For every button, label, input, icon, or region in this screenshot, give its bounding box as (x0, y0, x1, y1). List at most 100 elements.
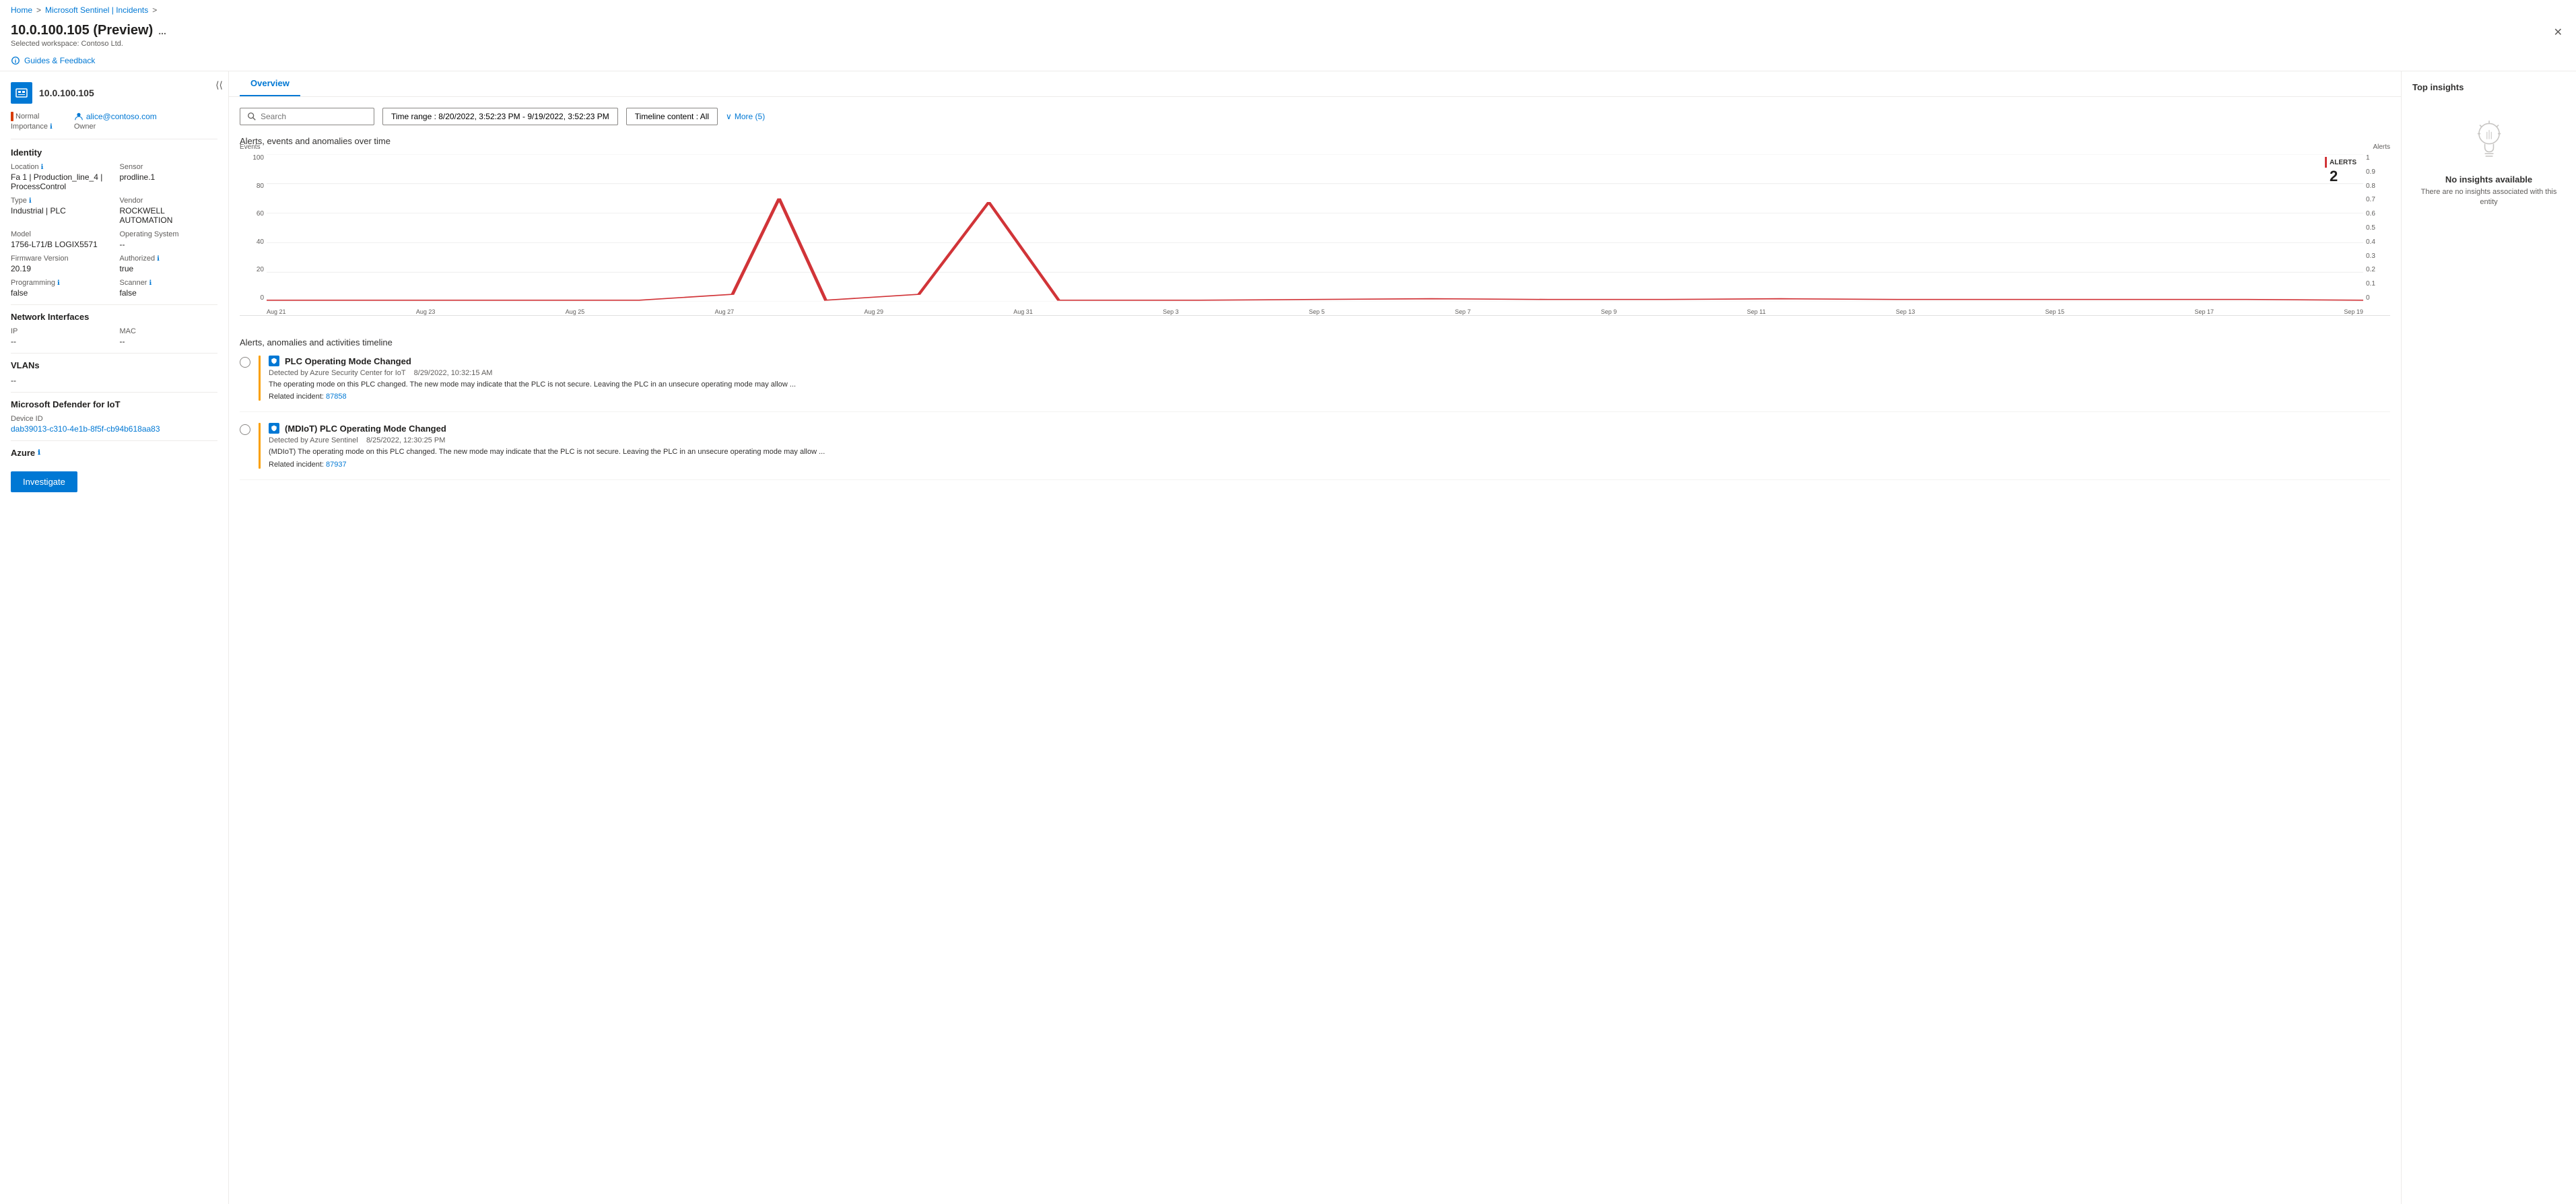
close-button[interactable]: ✕ (2551, 23, 2565, 42)
type-field: Type ℹ Industrial | PLC (11, 197, 109, 225)
sensor-value: prodline.1 (120, 172, 218, 182)
importance-sublabel: Importance ℹ (11, 123, 53, 131)
tabs: Overview (229, 71, 2401, 97)
page-header: 10.0.100.105 (Preview) ... Selected work… (0, 20, 2576, 53)
timeline-desc-1: The operating mode on this PLC changed. … (269, 380, 2390, 390)
importance-item: Normal Importance ℹ (11, 112, 53, 131)
breadcrumb-sentinel[interactable]: Microsoft Sentinel | Incidents (45, 5, 148, 15)
programming-value: false (11, 288, 109, 298)
programming-field: Programming ℹ false (11, 279, 109, 298)
timeline-meta-2: Detected by Azure Sentinel 8/25/2022, 12… (269, 436, 2390, 444)
no-insights: No insights available There are no insig… (2412, 119, 2565, 208)
alerts-indicator: ALERTS 2 (2325, 157, 2357, 185)
chart-y-right-axis: 1 0.9 0.8 0.7 0.6 0.5 0.4 0.3 0.2 0.1 0 (2363, 154, 2390, 302)
timeline-left (240, 356, 250, 401)
chart-svg (267, 154, 2363, 302)
firmware-label: Firmware Version (11, 255, 109, 263)
network-section: Network Interfaces IP -- MAC -- (11, 312, 217, 346)
app-container: Home > Microsoft Sentinel | Incidents > … (0, 0, 2576, 1204)
type-label: Type ℹ (11, 197, 109, 205)
defender-title: Microsoft Defender for IoT (11, 399, 217, 409)
page-subtitle: Selected workspace: Contoso Ltd. (11, 40, 166, 48)
timeline-content-filter[interactable]: Timeline content : All (626, 108, 718, 125)
entity-header: 10.0.100.105 (11, 82, 217, 104)
alerts-count: 2 (2325, 168, 2338, 185)
chart-section: Alerts, events and anomalies over time 1… (240, 136, 2390, 316)
search-box (240, 108, 374, 125)
alert-icon-2 (269, 423, 279, 434)
search-icon (247, 112, 257, 121)
filters-bar: Time range : 8/20/2022, 3:52:23 PM - 9/1… (240, 108, 2390, 125)
vlans-section: VLANs -- (11, 360, 217, 385)
collapse-button[interactable]: ⟨⟨ (215, 79, 223, 91)
timeline-header-2: (MDIoT) PLC Operating Mode Changed (269, 423, 2390, 434)
vlans-title: VLANs (11, 360, 217, 370)
user-icon (74, 112, 83, 121)
scanner-field: Scanner ℹ false (120, 279, 218, 298)
timeline-alert-title-2: (MDIoT) PLC Operating Mode Changed (285, 424, 446, 434)
divider-3 (11, 392, 217, 393)
timeline-section: Alerts, anomalies and activities timelin… (240, 337, 2390, 480)
more-filters-button[interactable]: ∨ More (5) (726, 112, 765, 121)
scanner-label: Scanner ℹ (120, 279, 218, 287)
tab-overview[interactable]: Overview (240, 71, 300, 96)
network-title: Network Interfaces (11, 312, 217, 322)
chart-x-labels: Aug 21 Aug 23 Aug 25 Aug 27 Aug 29 Aug 3… (267, 308, 2363, 315)
timeline-alert-title-1: PLC Operating Mode Changed (285, 356, 411, 366)
insights-panel: Top insights (2401, 71, 2576, 1204)
azure-section: Azure ℹ (11, 448, 217, 458)
chevron-down-icon: ∨ (726, 112, 732, 121)
owner-role: Owner (74, 123, 157, 131)
vendor-label: Vendor (120, 197, 218, 205)
status-row: Normal Importance ℹ alice@contoso.com (11, 112, 217, 139)
alerts-axis-label: Alerts (2373, 143, 2390, 151)
owner-name: alice@contoso.com (74, 112, 157, 121)
device-id-label: Device ID (11, 415, 217, 423)
timeline-item: (MDIoT) PLC Operating Mode Changed Detec… (240, 423, 2390, 479)
related-incident-link-1[interactable]: 87858 (326, 393, 347, 401)
type-value: Industrial | PLC (11, 206, 109, 215)
location-field: Location ℹ Fa 1 | Production_line_4 | Pr… (11, 163, 109, 191)
programming-label: Programming ℹ (11, 279, 109, 287)
chart-area (267, 154, 2363, 302)
page-title-more[interactable]: ... (158, 26, 166, 36)
model-label: Model (11, 230, 109, 238)
page-title: 10.0.100.105 (Preview) ... (11, 23, 166, 38)
main-content: Overview Time range : 8/20 (229, 71, 2401, 1204)
shield-icon-2 (271, 425, 277, 432)
page-header-left: 10.0.100.105 (Preview) ... Selected work… (11, 23, 166, 48)
search-input[interactable] (261, 112, 341, 121)
guides-icon (11, 56, 20, 65)
time-range-filter[interactable]: Time range : 8/20/2022, 3:52:23 PM - 9/1… (382, 108, 618, 125)
breadcrumb-sep1: > (36, 5, 41, 15)
timeline-meta-1: Detected by Azure Security Center for Io… (269, 369, 2390, 377)
main-layout: ⟨⟨ 10.0.100.105 No (0, 71, 2576, 1204)
entity-icon (11, 82, 32, 104)
firmware-value: 20.19 (11, 264, 109, 273)
sensor-label: Sensor (120, 163, 218, 171)
timeline-circle (240, 357, 250, 368)
investigate-button[interactable]: Investigate (11, 471, 77, 492)
page-title-text: 10.0.100.105 (Preview) (11, 23, 153, 38)
breadcrumb-sep2: > (152, 5, 157, 15)
identity-fields: Location ℹ Fa 1 | Production_line_4 | Pr… (11, 163, 217, 298)
related-incident-link-2[interactable]: 87937 (326, 461, 347, 469)
chart-title: Alerts, events and anomalies over time (240, 136, 2390, 146)
device-id-value[interactable]: dab39013-c310-4e1b-8f5f-cb94b618aa83 (11, 424, 217, 434)
insights-title: Top insights (2412, 82, 2565, 92)
breadcrumb-home[interactable]: Home (11, 5, 32, 15)
os-value: -- (120, 240, 218, 249)
authorized-value: true (120, 264, 218, 273)
guides-bar[interactable]: Guides & Feedback (0, 53, 2576, 71)
timeline-content-label: Timeline content : All (635, 112, 709, 121)
timeline-left-2 (240, 423, 250, 468)
alert-icon (269, 356, 279, 366)
location-value: Fa 1 | Production_line_4 | ProcessContro… (11, 172, 109, 191)
identity-title: Identity (11, 147, 217, 158)
no-insights-title: No insights available (2445, 174, 2532, 185)
authorized-field: Authorized ℹ true (120, 255, 218, 273)
breadcrumb: Home > Microsoft Sentinel | Incidents > (0, 0, 2576, 20)
owner-item: alice@contoso.com Owner (74, 112, 157, 131)
timeline-body: PLC Operating Mode Changed Detected by A… (269, 356, 2390, 401)
device-id-field: Device ID dab39013-c310-4e1b-8f5f-cb94b6… (11, 415, 217, 434)
